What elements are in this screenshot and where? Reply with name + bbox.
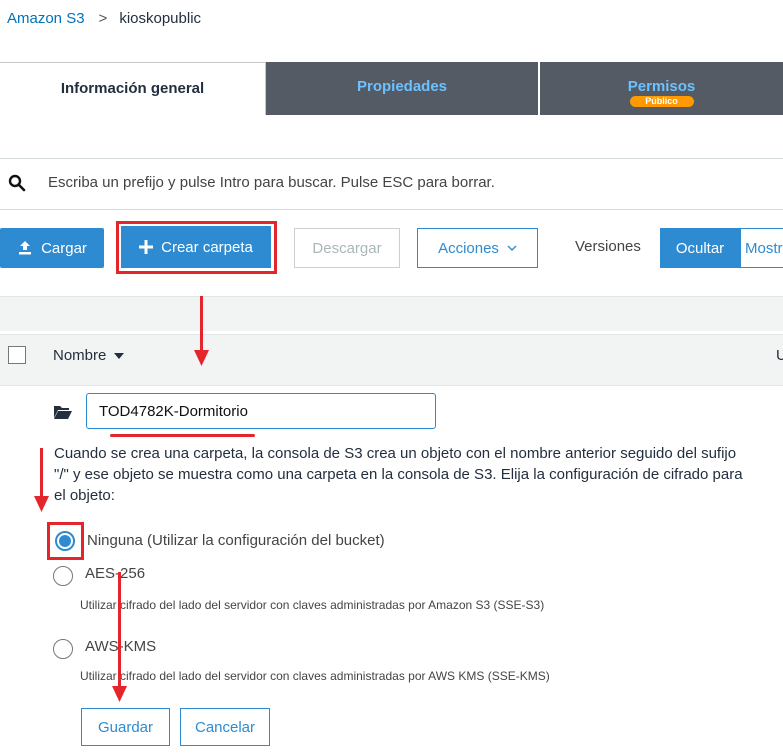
upload-label: Cargar	[41, 239, 87, 257]
breadcrumb-current: kioskopublic	[119, 10, 202, 27]
tab-informacion-general[interactable]: Información general	[0, 62, 266, 115]
download-button[interactable]: Descargar	[294, 228, 400, 268]
hide-label: Ocultar	[675, 239, 725, 257]
public-badge: Público	[629, 96, 694, 107]
tab-label: Información general	[60, 80, 205, 97]
show-label: Mostrar	[745, 239, 783, 257]
breadcrumb-root-link[interactable]: Amazon S3	[7, 10, 85, 27]
show-versions-button[interactable]: Mostrar	[740, 228, 783, 268]
annotation-arrow-3-shaft	[118, 572, 121, 690]
versions-label: Versiones	[575, 238, 641, 255]
upload-button[interactable]: Cargar	[0, 228, 104, 268]
radio-aes-256[interactable]	[53, 566, 73, 586]
save-button[interactable]: Guardar	[81, 708, 170, 746]
breadcrumb-separator: >	[98, 10, 108, 27]
tab-label: Permisos	[627, 78, 696, 95]
tab-propiedades[interactable]: Propiedades	[266, 62, 538, 115]
plus-icon	[139, 240, 154, 254]
folder-open-icon	[54, 406, 72, 419]
folder-info-text: Cuando se crea una carpeta, la consola d…	[54, 445, 743, 504]
annotation-arrow-2-shaft	[40, 448, 43, 500]
column-header-next[interactable]: U	[776, 347, 783, 364]
radio-kms-description: Utilizar cifrado del lado del servidor c…	[80, 669, 550, 683]
column-label: Nombre	[53, 347, 107, 364]
download-label: Descargar	[312, 239, 382, 257]
radio-aws-kms[interactable]	[53, 639, 73, 659]
save-label: Guardar	[97, 718, 154, 736]
annotation-arrow-1-shaft	[200, 296, 203, 354]
sort-down-icon	[113, 353, 124, 360]
upload-icon	[19, 241, 32, 255]
radio-none-label[interactable]: Ninguna (Utilizar la configuración del b…	[87, 532, 385, 549]
actions-label: Acciones	[438, 239, 499, 257]
select-all-checkbox[interactable]	[8, 346, 26, 364]
annotation-arrow-1-head-icon	[194, 350, 209, 366]
search-icon	[8, 174, 26, 192]
chevron-down-icon	[507, 245, 517, 251]
annotation-arrow-3-head-icon	[112, 686, 127, 702]
column-header-nombre[interactable]: Nombre	[53, 347, 124, 364]
actions-dropdown[interactable]: Acciones	[417, 228, 538, 268]
radio-none[interactable]	[55, 531, 75, 551]
annotation-arrow-2-head-icon	[34, 496, 49, 512]
tab-label: Propiedades	[356, 78, 448, 95]
folder-name-input[interactable]	[86, 393, 436, 429]
radio-aes-label[interactable]: AES-256	[85, 565, 145, 582]
cancel-label: Cancelar	[194, 718, 256, 736]
hide-versions-button[interactable]: Ocultar	[660, 228, 740, 268]
create-folder-label: Crear carpeta	[161, 238, 253, 256]
radio-aes-description: Utilizar cifrado del lado del servidor c…	[80, 598, 545, 612]
cancel-button[interactable]: Cancelar	[180, 708, 270, 746]
create-folder-button[interactable]: Crear carpeta	[121, 226, 271, 268]
tab-permisos[interactable]: Permisos Público	[540, 62, 783, 115]
annotation-underline	[110, 434, 255, 437]
search-input[interactable]: Escriba un prefijo y pulse Intro para bu…	[48, 174, 495, 191]
breadcrumb: Amazon S3 > kioskopublic	[7, 10, 201, 27]
table-toolbar-band	[0, 296, 783, 331]
